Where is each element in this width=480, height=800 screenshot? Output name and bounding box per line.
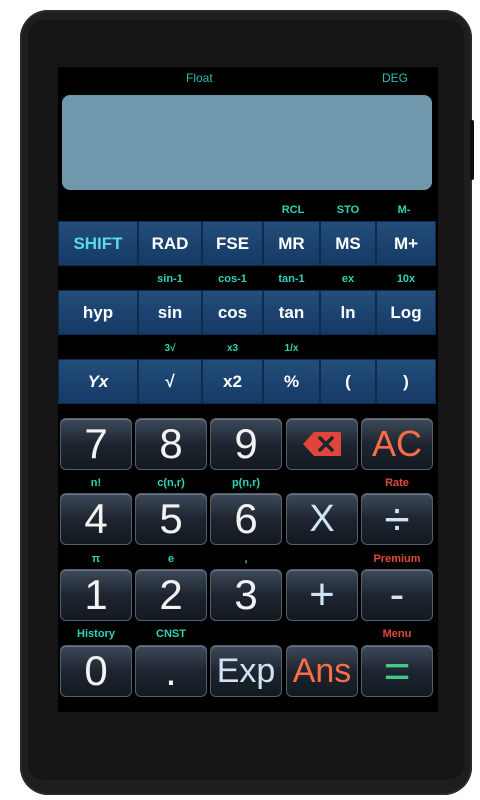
multiply-button[interactable]: X — [286, 493, 358, 545]
power-button[interactable]: Yx — [58, 359, 138, 404]
percent-button[interactable]: % — [263, 359, 320, 404]
backspace-icon — [303, 432, 341, 456]
comma-label: , — [244, 553, 248, 565]
rcl-label: RCL — [281, 204, 305, 216]
pi-label: π — [91, 553, 101, 565]
digit-9-button[interactable]: 9 — [210, 418, 282, 470]
permutation-label: p(n,r) — [231, 477, 261, 489]
ac-button[interactable]: AC — [361, 418, 433, 470]
ans-button[interactable]: Ans — [286, 645, 358, 697]
m-plus-button[interactable]: M+ — [376, 221, 436, 266]
acos-label: cos-1 — [218, 273, 247, 285]
cos-button[interactable]: cos — [202, 290, 263, 335]
factorial-label: n! — [90, 477, 102, 489]
digit-4-button[interactable]: 4 — [60, 493, 132, 545]
digit-8-button[interactable]: 8 — [135, 418, 207, 470]
device-side-button — [470, 120, 474, 180]
digit-6-button[interactable]: 6 — [210, 493, 282, 545]
tan-button[interactable]: tan — [263, 290, 320, 335]
asin-label: sin-1 — [157, 273, 183, 285]
cube-root-label: 3√ — [164, 343, 176, 354]
calculator-screen: Float DEG RCL STO M- SHIFT RAD FSE MR MS… — [58, 67, 438, 712]
exp-e-label: ex — [341, 273, 355, 285]
plus-button[interactable]: + — [286, 569, 358, 621]
e-label: e — [167, 553, 175, 565]
delete-button[interactable] — [286, 418, 358, 470]
log-button[interactable]: Log — [376, 290, 436, 335]
digit-0-button[interactable]: 0 — [60, 645, 132, 697]
angle-mode-label: DEG — [382, 71, 409, 85]
menu-label: Menu — [382, 628, 412, 640]
digit-3-button[interactable]: 3 — [210, 569, 282, 621]
calculator-display — [62, 95, 432, 190]
digit-5-button[interactable]: 5 — [135, 493, 207, 545]
combination-label: c(n,r) — [157, 477, 185, 489]
digit-1-button[interactable]: 1 — [60, 569, 132, 621]
fse-button[interactable]: FSE — [202, 221, 263, 266]
divide-button[interactable]: ÷ — [361, 493, 433, 545]
square-button[interactable]: x2 — [202, 359, 263, 404]
pow10-label: 10x — [396, 273, 416, 285]
atan-label: tan-1 — [278, 273, 305, 285]
premium-label: Premium — [373, 553, 421, 565]
exp-button[interactable]: Exp — [210, 645, 282, 697]
sin-button[interactable]: sin — [138, 290, 202, 335]
float-mode-label: Float — [186, 71, 213, 85]
ln-button[interactable]: ln — [320, 290, 376, 335]
open-paren-button[interactable]: ( — [320, 359, 376, 404]
equals-button[interactable]: = — [361, 645, 433, 697]
digit-7-button[interactable]: 7 — [60, 418, 132, 470]
rad-button[interactable]: RAD — [138, 221, 202, 266]
mr-button[interactable]: MR — [263, 221, 320, 266]
close-paren-button[interactable]: ) — [376, 359, 436, 404]
minus-button[interactable]: - — [361, 569, 433, 621]
reciprocal-label: 1/x — [284, 343, 299, 354]
sqrt-button[interactable]: √ — [138, 359, 202, 404]
rate-label: Rate — [385, 477, 409, 489]
digit-2-button[interactable]: 2 — [135, 569, 207, 621]
shift-button[interactable]: SHIFT — [58, 221, 138, 266]
hyp-button[interactable]: hyp — [58, 290, 138, 335]
cube-label: x3 — [226, 343, 239, 354]
history-label: History — [77, 628, 115, 640]
constants-label: CNST — [156, 628, 186, 640]
m-minus-label: M- — [397, 204, 411, 216]
ms-button[interactable]: MS — [320, 221, 376, 266]
sto-label: STO — [336, 204, 360, 216]
decimal-point-button[interactable]: . — [135, 645, 207, 697]
